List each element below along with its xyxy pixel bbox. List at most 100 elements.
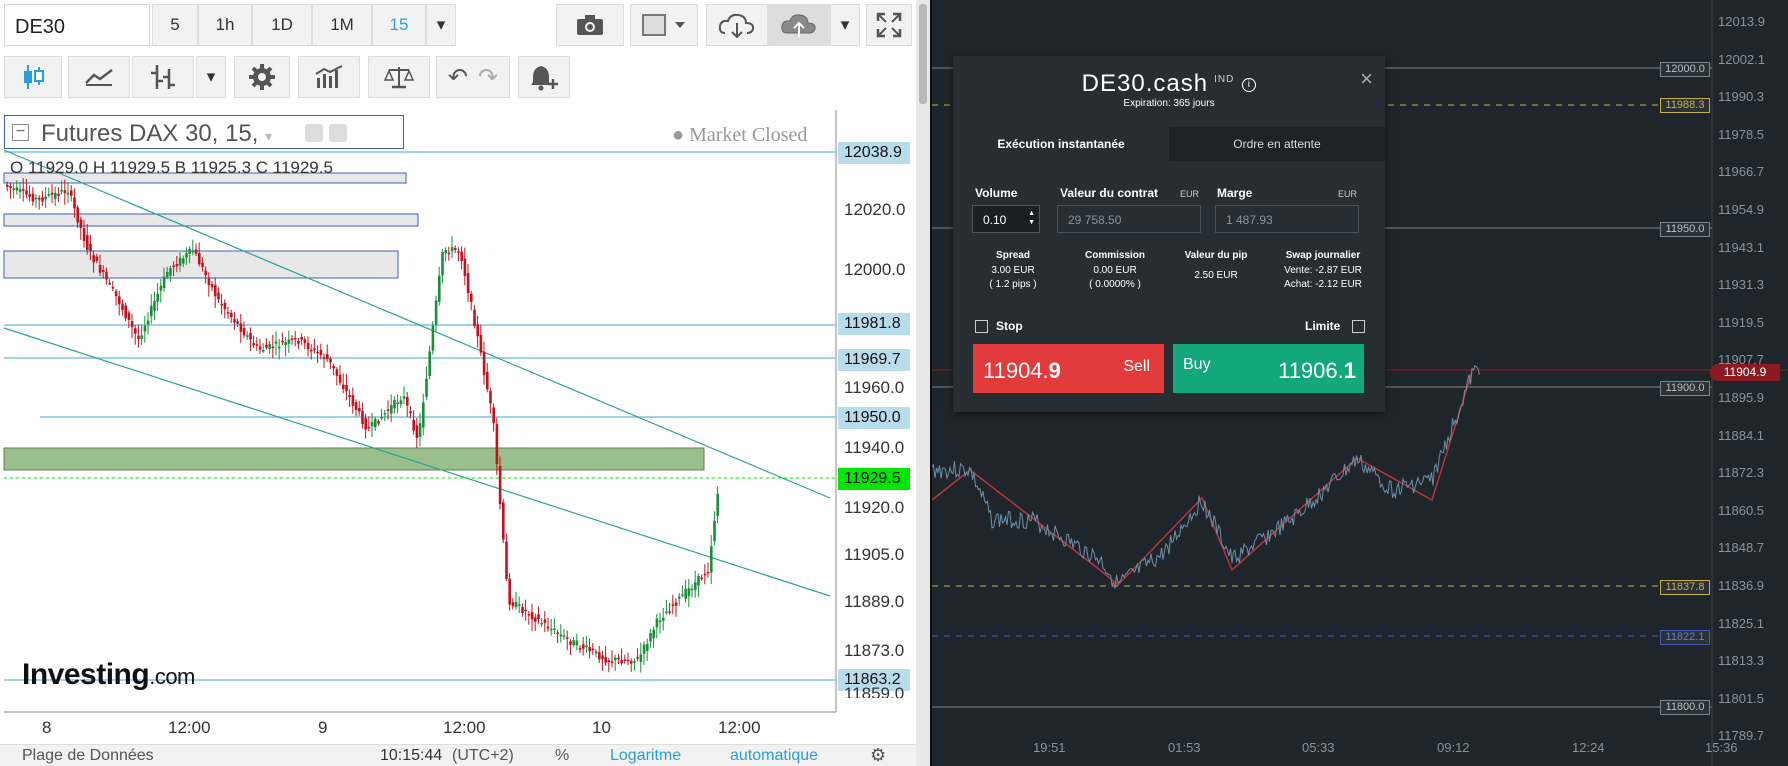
candle-body	[57, 193, 60, 196]
candle-body	[124, 305, 127, 319]
eye-icon[interactable]	[305, 124, 323, 142]
candle-body	[361, 410, 364, 425]
candle-body	[172, 265, 175, 268]
time-tick: 12:00	[718, 718, 761, 737]
market-status: ● Market Closed	[672, 124, 808, 146]
candle-body	[278, 346, 281, 349]
chevron-down-icon[interactable]: ▾	[265, 128, 272, 144]
candle-body	[204, 270, 207, 276]
candle-body	[636, 657, 639, 659]
price-tick: 11943.1	[1718, 239, 1765, 255]
left-scrollbar[interactable]	[916, 0, 930, 766]
candle-body	[134, 328, 137, 334]
ohlc-values: O 11929.0 H 11929.5 B 11925.3 C 11929.5	[10, 158, 333, 177]
scrollbar-thumb[interactable]	[919, 4, 927, 104]
candle-body	[214, 285, 217, 297]
price-tick: 11848.7	[1718, 540, 1765, 556]
auto-scale-toggle[interactable]: automatique	[730, 747, 818, 765]
volume-stepper[interactable]: ▲ ▼	[1028, 209, 1035, 227]
commission-value: 0.00 EUR	[1093, 265, 1137, 276]
candle-body	[537, 614, 540, 620]
candle-body	[73, 197, 76, 209]
candle-body	[121, 304, 124, 310]
candle-body	[396, 402, 399, 404]
candle-body	[556, 632, 559, 635]
limit-checkbox[interactable]	[1352, 320, 1365, 333]
candle-body	[322, 357, 326, 359]
price-label: 11981.8	[838, 313, 910, 335]
timezone[interactable]: (UTC+2)	[452, 747, 514, 765]
candle-body	[585, 645, 588, 648]
candle-body	[409, 411, 412, 414]
data-range-button[interactable]: Plage de Données	[22, 747, 154, 765]
buy-button[interactable]: Buy 11906.1	[1173, 344, 1364, 393]
candle-body	[706, 572, 710, 574]
candle-body	[700, 577, 703, 580]
time-tick: 01:53	[1168, 740, 1201, 755]
candle-body	[319, 349, 323, 356]
candle-body	[598, 652, 601, 660]
gear-icon[interactable]	[329, 124, 347, 142]
candle-body	[9, 185, 12, 188]
candle-body	[668, 611, 671, 613]
candle-body	[566, 637, 569, 639]
candle-body	[329, 358, 332, 363]
candle-body	[236, 321, 239, 324]
candle-body	[457, 251, 460, 253]
candle-body	[127, 312, 131, 321]
candle-body	[255, 344, 259, 346]
candle-body	[406, 397, 409, 406]
level-label: 11900.0	[1660, 381, 1710, 396]
time-tick: 19:51	[1033, 740, 1066, 755]
current-price-badge: 11904.9	[1710, 364, 1780, 381]
spread-value: 3.00 EUR	[991, 265, 1035, 276]
price-tick: 11954.9	[1718, 202, 1765, 217]
candle-body	[182, 258, 185, 264]
candle-body	[492, 407, 495, 424]
candle-body	[150, 305, 153, 317]
candle-body	[633, 660, 636, 663]
candle-body	[390, 405, 393, 414]
percent-toggle[interactable]: %	[555, 747, 569, 765]
gear-icon[interactable]: ⚙	[870, 745, 886, 766]
buy-label: Buy	[1183, 356, 1211, 373]
candle-body	[15, 187, 19, 191]
stop-label: Stop	[996, 319, 1023, 333]
candle-body	[489, 390, 492, 404]
price-tick: 11813.3	[1718, 653, 1765, 669]
time-tick: 10	[592, 718, 611, 737]
candle-body	[178, 257, 182, 266]
price-tick: 11873.0	[844, 641, 905, 660]
log-toggle[interactable]: Logaritme	[610, 747, 681, 765]
candle-body	[338, 374, 342, 383]
candle-body	[76, 207, 79, 223]
candle-body	[383, 412, 387, 415]
close-icon[interactable]: ×	[1360, 66, 1373, 92]
candle-body	[47, 194, 51, 196]
candle-body	[601, 655, 604, 660]
info-icon[interactable]: i	[1242, 78, 1257, 92]
investing-logo: Investing.com	[22, 658, 195, 691]
candle-body	[562, 635, 566, 637]
candle-body	[450, 247, 454, 252]
candle-body	[684, 588, 687, 599]
candle-body	[594, 651, 598, 654]
sell-button[interactable]: 11904.9 Sell	[973, 344, 1164, 393]
candle-body	[374, 418, 377, 428]
candle-body	[418, 423, 422, 437]
candle-body	[284, 342, 287, 345]
candle-body	[82, 228, 86, 241]
expiration-text: Expiration: 365 jours	[1123, 98, 1215, 109]
commission-pct: ( 0.0000% )	[1089, 279, 1141, 290]
stop-checkbox[interactable]	[975, 320, 988, 333]
tab-pending-order[interactable]: Ordre en attente	[1169, 127, 1385, 161]
chart-legend-title[interactable]: − Futures DAX 30, 15, ▾	[4, 115, 404, 149]
collapse-icon[interactable]: −	[12, 124, 29, 141]
candle-body	[620, 660, 623, 664]
candle-body	[572, 640, 575, 645]
candle-body	[402, 396, 406, 399]
tab-instant-execution[interactable]: Exécution instantanée	[953, 127, 1169, 161]
dialog-title: DE30.cash IND i	[953, 70, 1385, 98]
price-label: 11950.0	[838, 407, 910, 429]
volume-input[interactable]: 0.10 ▲ ▼	[972, 205, 1040, 233]
